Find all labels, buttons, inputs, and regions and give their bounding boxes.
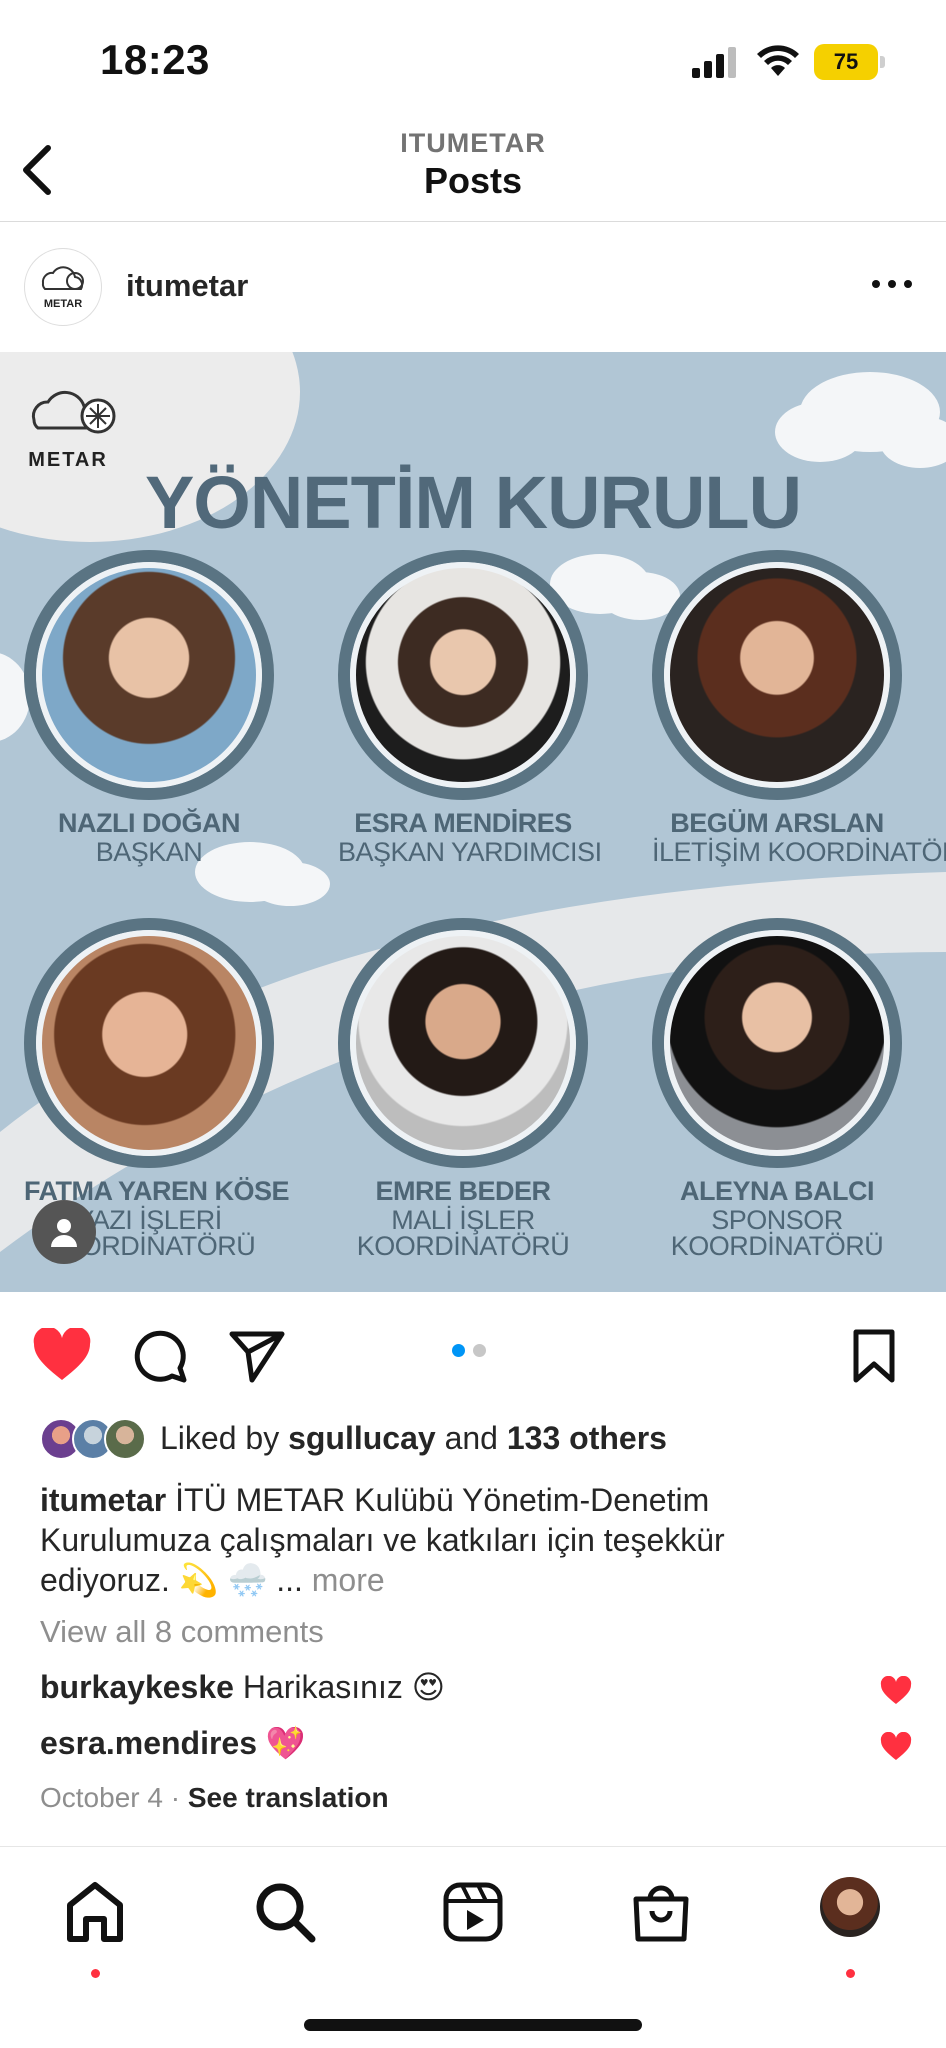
battery-indicator: 75 — [814, 44, 878, 80]
member-photo — [338, 550, 588, 800]
post-caption: itumetar İTÜ METAR Kulübü Yönetim-Deneti… — [40, 1480, 860, 1600]
profile-tab-avatar[interactable] — [820, 1877, 880, 1937]
member-role: KOORDİNATÖRÜ — [356, 1231, 570, 1261]
member-photo — [338, 918, 588, 1168]
bookmark-icon[interactable] — [850, 1328, 898, 1384]
member-name: ESRA MENDİRES — [354, 808, 572, 838]
member-name: NAZLI DOĞAN — [58, 808, 240, 838]
comment-username[interactable]: burkaykeske — [40, 1669, 234, 1705]
member-photo — [24, 550, 274, 800]
member-photo — [652, 918, 902, 1168]
comment-row: esra.mendires 💖 — [40, 1724, 306, 1762]
carousel-dot — [473, 1344, 486, 1357]
wifi-icon — [757, 45, 799, 76]
liked-by-user[interactable]: sgullucay — [288, 1420, 436, 1456]
post-actions — [0, 1292, 946, 1422]
comment-text: Harikasınız 😍 — [242, 1669, 446, 1705]
post-meta: October 4 · See translation — [40, 1782, 389, 1814]
post-image[interactable]: METAR YÖNETİM KURULU NAZLI DOĞAN BAŞKAN … — [0, 352, 946, 1292]
tagged-people-icon[interactable] — [32, 1200, 96, 1264]
more-horizontal-icon[interactable] — [870, 272, 914, 296]
member-role: BAŞKAN YARDIMCISI — [338, 837, 602, 867]
nav-header: ITUMETAR Posts — [0, 120, 946, 222]
search-icon[interactable] — [250, 1877, 320, 1947]
member-role: MALİ İŞLER — [391, 1205, 535, 1235]
battery-tip — [880, 56, 885, 68]
member-photo — [24, 918, 274, 1168]
comment-like-heart-icon[interactable] — [880, 1676, 912, 1706]
member-role: SPONSOR — [711, 1205, 843, 1235]
comment-like-heart-icon[interactable] — [880, 1732, 912, 1762]
member-name: ALEYNA BALCI — [680, 1176, 875, 1206]
likes-text: Liked by sgullucay and 133 others — [160, 1420, 667, 1457]
carousel-dot-active — [452, 1344, 465, 1357]
shop-bag-icon[interactable] — [626, 1877, 696, 1947]
carousel-indicator — [452, 1344, 494, 1362]
caption-username[interactable]: itumetar — [40, 1482, 166, 1518]
see-translation-link[interactable]: See translation — [188, 1782, 389, 1813]
caption-more-link[interactable]: more — [312, 1562, 385, 1598]
home-icon[interactable] — [60, 1877, 130, 1947]
avatar — [104, 1418, 146, 1460]
status-bar: 18:23 75 — [0, 0, 946, 120]
meta-separator: · — [170, 1782, 188, 1813]
image-headline: YÖNETİM KURULU — [144, 461, 802, 544]
comment-text: 💖 — [265, 1725, 306, 1761]
member-photo — [652, 550, 902, 800]
view-all-comments-link[interactable]: View all 8 comments — [40, 1614, 324, 1650]
member-card: ALEYNA BALCI SPONSOR KOORDİNATÖRÜ — [652, 918, 902, 1261]
profile-notification-dot — [846, 1969, 855, 1978]
comment-row: burkaykeske Harikasınız 😍 — [40, 1668, 445, 1706]
svg-text:METAR: METAR — [44, 298, 82, 310]
page-title: Posts — [423, 160, 523, 201]
likes-row[interactable]: Liked by sgullucay and 133 others — [40, 1416, 920, 1462]
heart-filled-icon[interactable] — [32, 1328, 92, 1384]
nav-subtitle: ITUMETAR — [400, 128, 546, 158]
reels-icon[interactable] — [438, 1877, 508, 1947]
cellular-signal-icon — [692, 47, 736, 78]
member-card: EMRE BEDER MALİ İŞLER KOORDİNATÖRÜ — [338, 918, 588, 1261]
comment-icon[interactable] — [132, 1328, 188, 1384]
member-role: İLETİŞİM KOORDİNATÖRÜ — [652, 837, 946, 867]
post-author-username[interactable]: itumetar — [126, 268, 248, 304]
member-card: BEGÜM ARSLAN İLETİŞİM KOORDİNATÖRÜ — [652, 550, 946, 867]
liked-by-and: and — [444, 1420, 498, 1456]
bottom-tab-bar — [0, 1846, 946, 2048]
member-role: BAŞKAN — [95, 837, 203, 867]
post-author-avatar[interactable]: METAR — [24, 248, 102, 326]
member-card: NAZLI DOĞAN BAŞKAN — [24, 550, 274, 867]
comment-username[interactable]: esra.mendires — [40, 1725, 257, 1761]
member-name: BEGÜM ARSLAN — [670, 808, 884, 838]
member-name: EMRE BEDER — [375, 1176, 551, 1206]
member-card: ESRA MENDİRES BAŞKAN YARDIMCISI — [338, 550, 602, 867]
home-notification-dot — [91, 1969, 100, 1978]
home-indicator — [304, 2019, 642, 2031]
metar-logo-icon: METAR — [41, 266, 84, 310]
paper-plane-icon[interactable] — [228, 1328, 286, 1384]
post-header: METAR itumetar — [0, 222, 946, 352]
status-time: 18:23 — [100, 36, 210, 83]
post-date: October 4 — [40, 1782, 163, 1813]
liked-by-others[interactable]: 133 others — [507, 1420, 667, 1456]
liked-by-prefix: Liked by — [160, 1420, 280, 1456]
member-role: KOORDİNATÖRÜ — [670, 1231, 884, 1261]
liker-avatars — [40, 1418, 150, 1460]
